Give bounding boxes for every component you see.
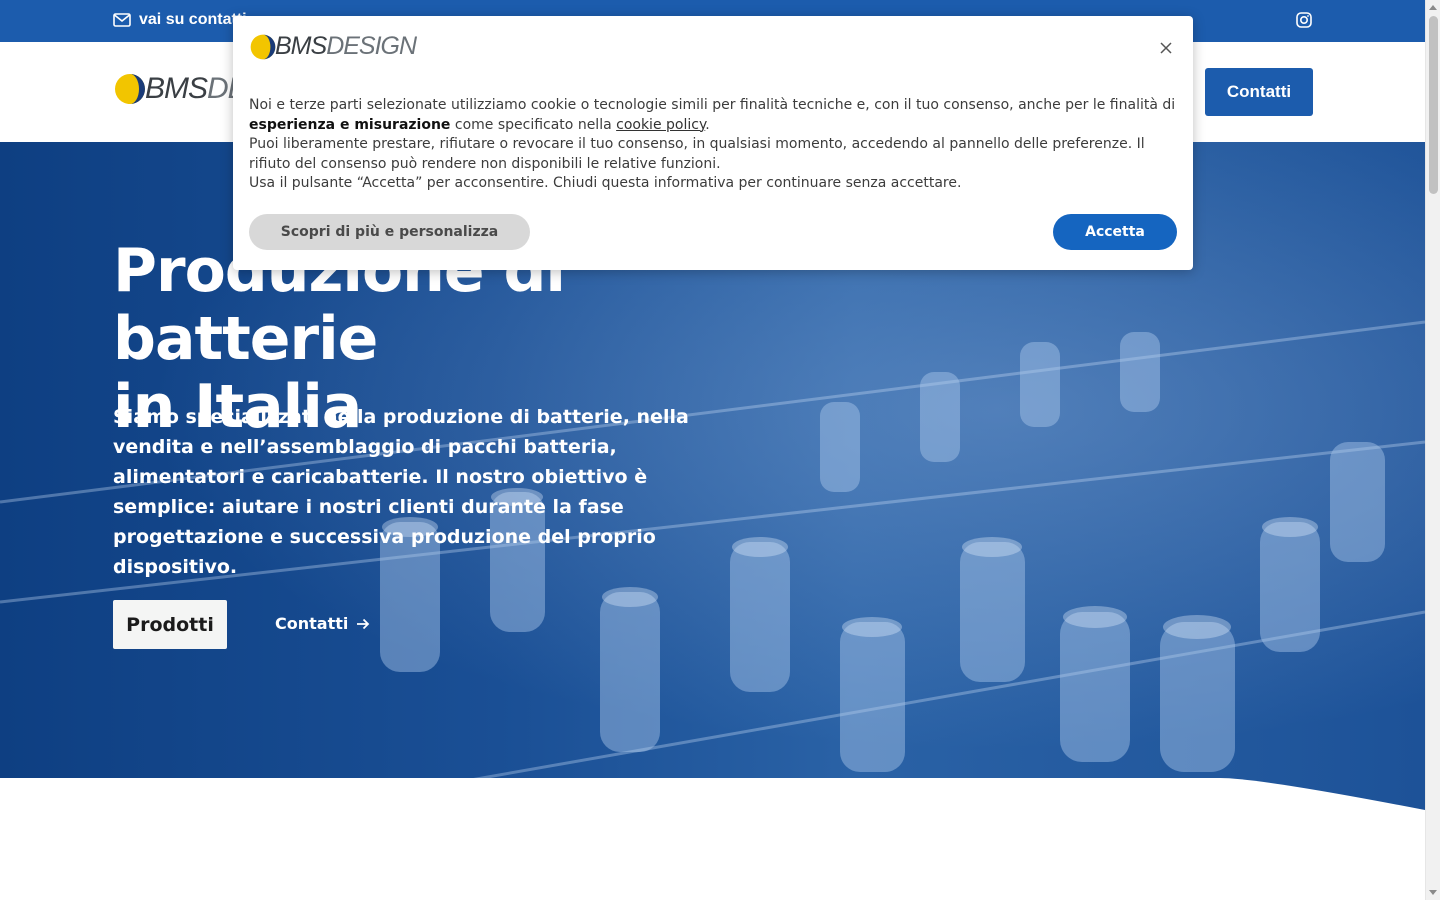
logo-mark-icon (250, 34, 276, 59)
contact-link-label: vai su contatti (139, 11, 247, 28)
scroll-up-icon[interactable] (1429, 5, 1437, 10)
cookie-policy-link[interactable]: cookie policy (616, 117, 705, 133)
header-contact-button[interactable]: Contatti (1205, 68, 1313, 116)
cookie-text-part3: . (705, 116, 710, 133)
scroll-down-icon[interactable] (1429, 890, 1437, 895)
cookie-text-bold: esperienza e misurazione (249, 116, 451, 133)
products-button[interactable]: Prodotti (113, 600, 227, 649)
cookie-text-part1: Noi e terze parti selezionate utilizziam… (249, 97, 1176, 113)
cookie-consent-dialog: BMSDESIGN Noi e terze parti selezionate … (233, 16, 1193, 270)
logo-mark-icon (115, 74, 145, 104)
hero-contact-link-label: Contatti (275, 614, 349, 633)
contact-link[interactable]: vai su contatti (113, 11, 247, 29)
cookie-text-paragraph3: Usa il pulsante “Accetta” per acconsenti… (249, 175, 962, 191)
cookie-dialog-text: Noi e terze parti selezionate utilizziam… (249, 96, 1184, 194)
instagram-icon[interactable] (1296, 12, 1312, 28)
hero-lead-text: Siamo specializzati nella produzione di … (113, 406, 689, 578)
page-scrollbar[interactable] (1425, 0, 1440, 900)
hero-bottom-wave (0, 778, 1425, 810)
envelope-icon (113, 13, 131, 27)
cookie-text-part2: come specificato nella (450, 116, 617, 133)
cookie-dialog-logo: BMSDESIGN (249, 32, 417, 61)
cookie-logo-text-light: DESIGN (326, 32, 417, 60)
close-icon[interactable] (1159, 41, 1173, 55)
hero-contact-link[interactable]: Contatti (275, 614, 370, 633)
cookie-text-paragraph1: Noi e terze parti selezionate utilizziam… (249, 96, 1184, 135)
cookie-logo-text: BMSDESIGN (275, 32, 417, 61)
cookie-text-paragraph2: Puoi liberamente prestare, rifiutare o r… (249, 136, 1145, 172)
accept-button[interactable]: Accetta (1053, 214, 1177, 250)
scrollbar-thumb[interactable] (1429, 16, 1438, 194)
arrow-right-icon (357, 618, 370, 629)
learn-more-customize-button[interactable]: Scopri di più e personalizza (249, 214, 530, 250)
cookie-logo-text-bold: BMS (275, 32, 327, 60)
logo-text-bold: BMS (145, 72, 208, 105)
